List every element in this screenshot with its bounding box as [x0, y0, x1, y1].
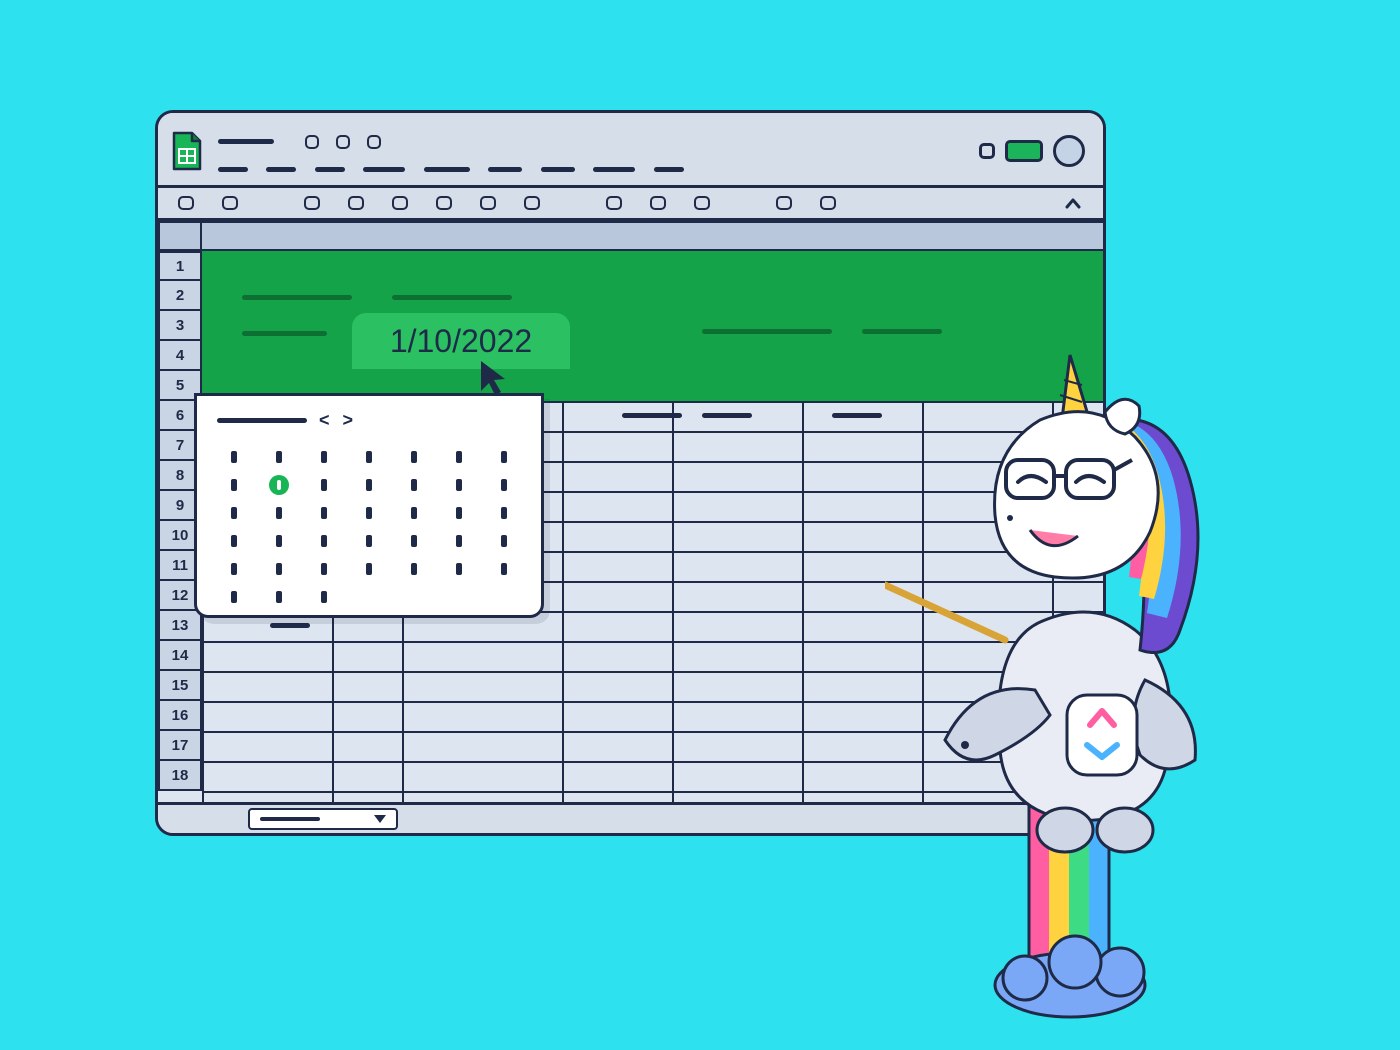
calendar-day[interactable]: [366, 451, 372, 463]
calendar-day[interactable]: [276, 591, 282, 603]
calendar-day[interactable]: [366, 563, 372, 575]
toolbar-collapse-icon[interactable]: [1065, 196, 1081, 214]
calendar-day[interactable]: [276, 507, 282, 519]
toolbar-button[interactable]: [694, 196, 710, 210]
calendar-day[interactable]: [456, 451, 462, 463]
calendar-day[interactable]: [456, 563, 462, 575]
calendar-day[interactable]: [231, 479, 237, 491]
calendar-day[interactable]: [231, 563, 237, 575]
row-header[interactable]: 16: [158, 701, 202, 731]
calendar-day[interactable]: [501, 535, 507, 547]
toolbar-button[interactable]: [304, 196, 320, 210]
calendar-grid[interactable]: [217, 445, 521, 609]
title-bar: [158, 113, 1103, 188]
calendar-day[interactable]: [276, 535, 282, 547]
toolbar-button[interactable]: [178, 196, 194, 210]
date-picker-popover[interactable]: < >: [194, 393, 544, 618]
calendar-day[interactable]: [276, 563, 282, 575]
sheet-tab-label: [260, 817, 320, 821]
calendar-day[interactable]: [276, 451, 282, 463]
toolbar-button[interactable]: [650, 196, 666, 210]
toolbar-button[interactable]: [524, 196, 540, 210]
row-header[interactable]: 14: [158, 641, 202, 671]
toolbar-button[interactable]: [776, 196, 792, 210]
calendar-day[interactable]: [411, 507, 417, 519]
toolbar-button[interactable]: [820, 196, 836, 210]
calendar-day[interactable]: [231, 451, 237, 463]
select-all-corner[interactable]: [158, 221, 202, 251]
row-header[interactable]: 15: [158, 671, 202, 701]
account-avatar[interactable]: [1053, 135, 1085, 167]
month-nav-arrows[interactable]: < >: [319, 410, 357, 431]
row-header[interactable]: 13: [158, 611, 202, 641]
calendar-day[interactable]: [231, 507, 237, 519]
calendar-day[interactable]: [501, 451, 507, 463]
calendar-day[interactable]: [456, 507, 462, 519]
window-controls: [979, 135, 1085, 167]
window-control-pill[interactable]: [979, 143, 995, 159]
calendar-day[interactable]: [411, 451, 417, 463]
calendar-day[interactable]: [321, 507, 327, 519]
calendar-day[interactable]: [321, 451, 327, 463]
toolbar-button[interactable]: [436, 196, 452, 210]
calendar-day-selected[interactable]: [269, 475, 289, 495]
document-title-placeholder: [218, 133, 684, 179]
calendar-day[interactable]: [231, 535, 237, 547]
sheet-tab-menu-icon[interactable]: [374, 815, 386, 823]
toolbar-button[interactable]: [348, 196, 364, 210]
row-header[interactable]: 17: [158, 731, 202, 761]
column-headers[interactable]: [202, 221, 1103, 251]
calendar-day[interactable]: [456, 479, 462, 491]
calendar-day[interactable]: [501, 507, 507, 519]
calendar-day[interactable]: [321, 535, 327, 547]
row-header[interactable]: 3: [158, 311, 202, 341]
row-header[interactable]: 2: [158, 281, 202, 311]
calendar-day[interactable]: [231, 591, 237, 603]
calendar-day[interactable]: [321, 479, 327, 491]
share-button[interactable]: [1005, 140, 1043, 162]
calendar-day[interactable]: [321, 563, 327, 575]
sheets-app-icon: [172, 131, 202, 171]
header-band: 1/10/2022: [202, 251, 1103, 403]
calendar-day[interactable]: [501, 479, 507, 491]
date-picker-header: < >: [217, 410, 521, 431]
calendar-day[interactable]: [456, 535, 462, 547]
toolbar-button[interactable]: [480, 196, 496, 210]
calendar-day[interactable]: [411, 563, 417, 575]
calendar-day[interactable]: [366, 535, 372, 547]
sheet-tabs-bar: [158, 802, 1103, 833]
sheet-tab[interactable]: [248, 808, 398, 830]
calendar-day[interactable]: [501, 563, 507, 575]
row-header[interactable]: 4: [158, 341, 202, 371]
calendar-day[interactable]: [321, 591, 327, 603]
toolbar-button[interactable]: [392, 196, 408, 210]
calendar-day[interactable]: [366, 507, 372, 519]
row-header[interactable]: 18: [158, 761, 202, 791]
calendar-day[interactable]: [411, 535, 417, 547]
date-cell[interactable]: 1/10/2022: [352, 313, 570, 369]
calendar-day[interactable]: [366, 479, 372, 491]
calendar-day[interactable]: [411, 479, 417, 491]
row-header[interactable]: 1: [158, 251, 202, 281]
month-label-placeholder: [217, 418, 307, 423]
toolbar-button[interactable]: [222, 196, 238, 210]
toolbar-button[interactable]: [606, 196, 622, 210]
toolbar: [158, 188, 1103, 221]
